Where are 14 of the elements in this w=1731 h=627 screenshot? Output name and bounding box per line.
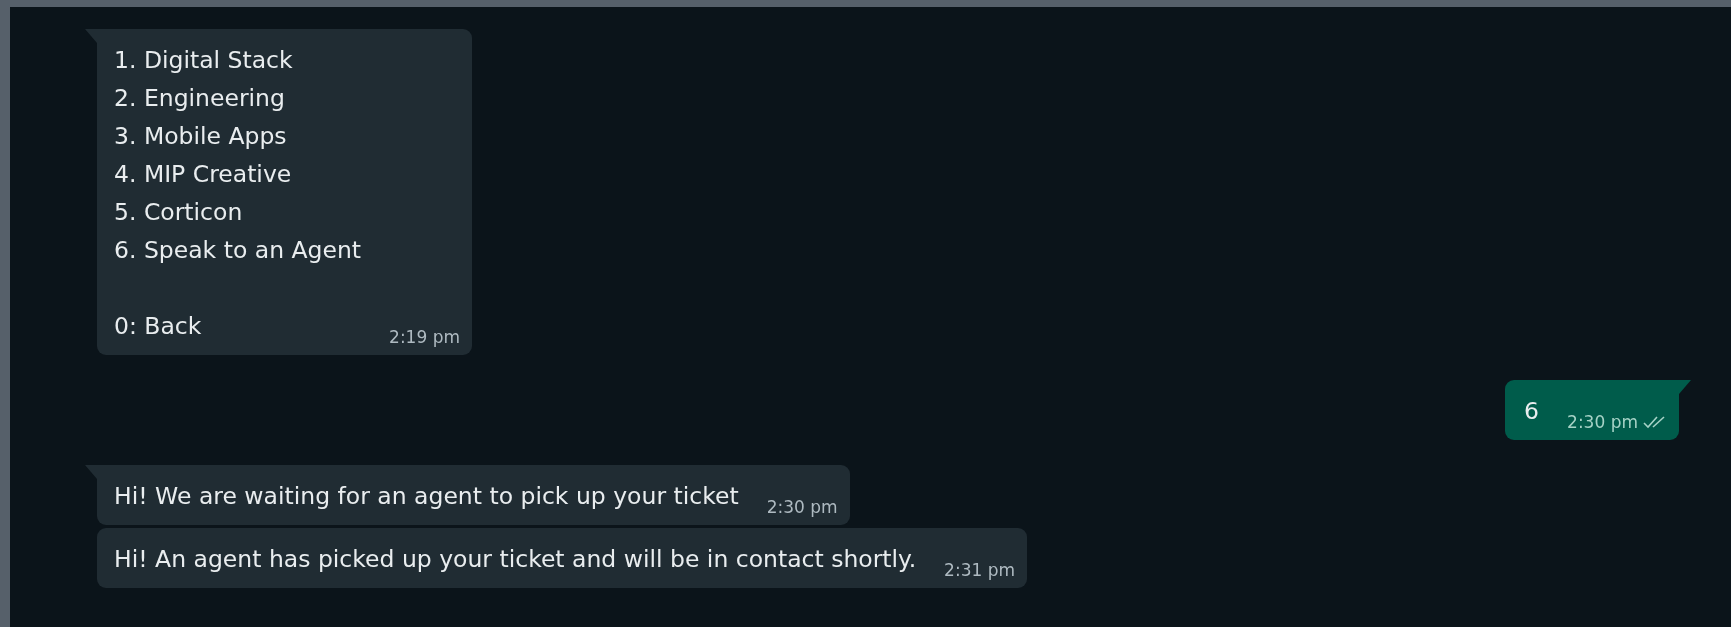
message-text: 3. Mobile Apps — [114, 121, 288, 152]
message-text: Hi! We are waiting for an agent to pick up your ticket — [114, 481, 739, 512]
message-text: 4. MIP Creative — [114, 159, 293, 190]
message-text: 0: Back — [114, 311, 203, 342]
message-time: 2:30 pm — [1567, 412, 1638, 432]
message-text: 5. Corticon — [114, 197, 244, 228]
message-time: 2:31 pm — [944, 560, 1016, 580]
message-text: 1. Digital Stack — [114, 45, 294, 76]
message-text: Hi! An agent has picked up your ticket and will be in contact shortly. — [114, 544, 917, 575]
message-text: 6. Speak to an Agent — [114, 235, 362, 266]
message-time: 2:19 pm — [389, 327, 460, 347]
message-text: 2. Engineering — [114, 83, 286, 114]
message-time: 2:30 pm — [766, 497, 838, 517]
message-text: 6 — [1524, 396, 1540, 427]
